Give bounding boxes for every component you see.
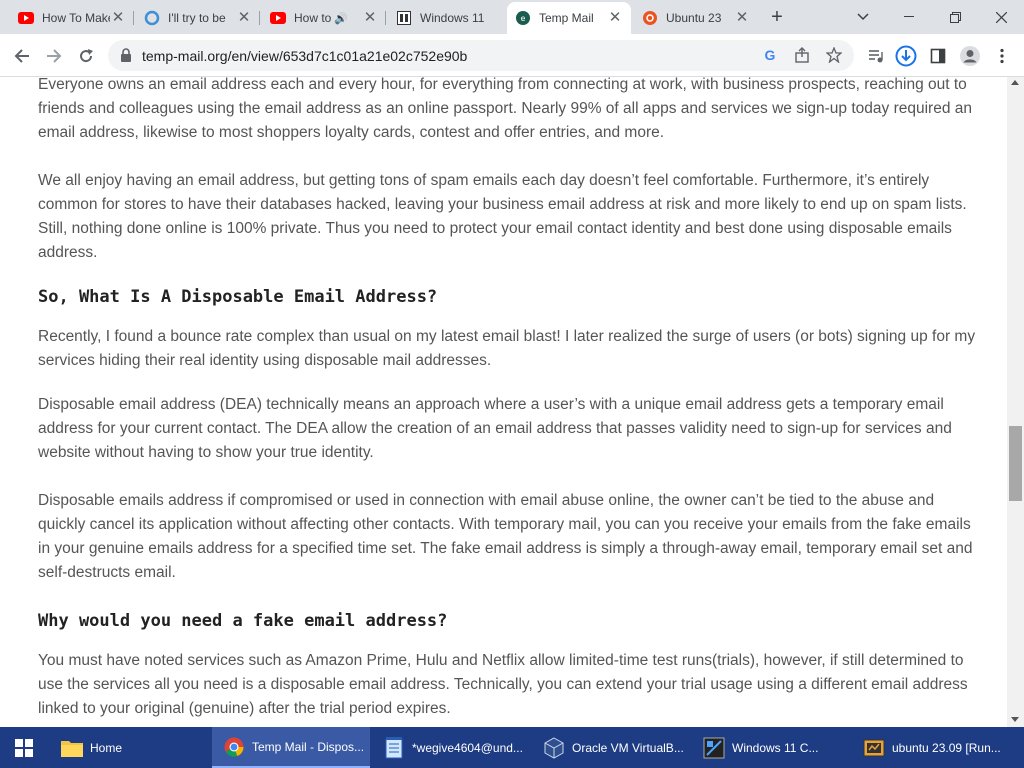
- notepad-icon: [382, 736, 406, 760]
- tab-close-icon[interactable]: ✕: [607, 10, 623, 26]
- taskbar-label: Temp Mail - Dispos...: [252, 739, 365, 754]
- temp-mail-icon: e: [515, 10, 531, 26]
- paragraph: Everyone owns an email address each and …: [38, 77, 972, 141]
- more-menu-icon[interactable]: [988, 42, 1016, 70]
- tab-how-to-make[interactable]: How To Make ✕: [10, 4, 134, 32]
- app-icon: [702, 736, 726, 760]
- taskbar-label: Home: [90, 740, 123, 755]
- taskbar-item-home[interactable]: Home: [50, 727, 210, 768]
- download-icon[interactable]: [892, 42, 920, 70]
- side-panel-icon[interactable]: [924, 42, 952, 70]
- tab-temp-mail[interactable]: e Temp Mail ✕: [507, 2, 631, 34]
- ubuntu-icon: [642, 10, 658, 26]
- chrome-icon: [222, 735, 246, 759]
- tab-windows-11[interactable]: Windows 11: [388, 4, 512, 32]
- paragraph: Disposable email address (DEA) technical…: [38, 396, 952, 461]
- youtube-icon: [18, 10, 34, 26]
- scrollbar-thumb[interactable]: [1009, 426, 1022, 501]
- scroll-up-arrow-icon[interactable]: [1011, 80, 1019, 85]
- paragraph: Disposable emails address if compromised…: [38, 492, 973, 581]
- taskbar-item-windows-11[interactable]: Windows 11 C...: [692, 727, 850, 768]
- folder-icon: [60, 736, 84, 760]
- paragraph: You must have noted services such as Ama…: [38, 652, 968, 717]
- taskbar-item-virtualbox[interactable]: Oracle VM VirtualB...: [532, 727, 690, 768]
- close-window-button[interactable]: [978, 0, 1024, 34]
- section-heading: Why would you need a fake email address?: [38, 611, 448, 631]
- tab-close-icon[interactable]: ✕: [362, 10, 378, 26]
- windows-taskbar: Home Temp Mail - Dispos... *wegive4604@u…: [0, 727, 1024, 768]
- url-text[interactable]: temp-mail.org/en/view/653d7c1c01a21e02c7…: [142, 48, 467, 64]
- vm-icon: [862, 736, 886, 760]
- tab-title: How to: [294, 11, 332, 25]
- forward-button[interactable]: [40, 42, 68, 70]
- scroll-down-arrow-icon[interactable]: [1011, 717, 1019, 722]
- tab-search-icon[interactable]: [840, 0, 886, 34]
- reload-button[interactable]: [72, 42, 100, 70]
- paragraph: We all enjoy having an email address, bu…: [38, 172, 967, 261]
- tab-ill-try[interactable]: I'll try to be ✕: [136, 4, 260, 32]
- taskbar-label: Windows 11 C...: [732, 740, 819, 755]
- tab-title: I'll try to be: [168, 11, 226, 25]
- tab-close-icon[interactable]: ✕: [236, 10, 252, 26]
- taskbar-item-temp-mail[interactable]: Temp Mail - Dispos...: [212, 727, 370, 768]
- bookmark-star-icon[interactable]: [820, 41, 848, 69]
- article-body: Everyone owns an email address each and …: [38, 77, 978, 727]
- media-control-icon[interactable]: [862, 42, 890, 70]
- minimize-button[interactable]: [886, 0, 932, 34]
- speaker-icon[interactable]: 🔊: [334, 12, 352, 25]
- vertical-scrollbar[interactable]: [1007, 77, 1024, 727]
- youtube-icon: [270, 10, 286, 26]
- svg-text:e: e: [521, 14, 526, 23]
- browser-toolbar: temp-mail.org/en/view/653d7c1c01a21e02c7…: [0, 34, 1024, 77]
- tab-close-icon[interactable]: ✕: [110, 10, 126, 26]
- taskbar-label: ubuntu 23.09 [Run...: [892, 740, 1001, 755]
- tab-ubuntu[interactable]: Ubuntu 23 ✕: [634, 4, 758, 32]
- page-content: Everyone owns an email address each and …: [0, 77, 1007, 727]
- section-heading: So, What Is A Disposable Email Address?: [38, 287, 438, 307]
- ring-icon: [144, 10, 160, 26]
- tab-title: Ubuntu 23: [666, 11, 722, 25]
- virtualbox-icon: [542, 736, 566, 760]
- taskbar-item-ubuntu-vm[interactable]: ubuntu 23.09 [Run...: [852, 727, 1022, 768]
- restore-button[interactable]: [932, 0, 978, 34]
- tab-title: Windows 11: [420, 11, 485, 25]
- svg-text:G: G: [765, 47, 776, 63]
- lock-icon[interactable]: [120, 48, 132, 67]
- start-button[interactable]: [0, 727, 48, 768]
- address-bar[interactable]: temp-mail.org/en/view/653d7c1c01a21e02c7…: [108, 40, 854, 71]
- tab-how-to-audio[interactable]: How to 🔊 ✕: [262, 4, 386, 32]
- share-icon[interactable]: [788, 41, 816, 69]
- tab-title: Temp Mail: [539, 11, 594, 25]
- back-button[interactable]: [8, 42, 36, 70]
- tab-strip: How To Make ✕ I'll try to be ✕ How to 🔊 …: [0, 0, 1024, 34]
- paragraph: Recently, I found a bounce rate complex …: [38, 328, 976, 369]
- windows-icon: [396, 10, 412, 26]
- profile-avatar-icon[interactable]: [956, 42, 984, 70]
- new-tab-button[interactable]: +: [765, 6, 789, 30]
- google-lens-icon[interactable]: G: [756, 41, 784, 69]
- tab-title: How To Make: [42, 11, 110, 25]
- taskbar-label: *wegive4604@und...: [412, 740, 523, 755]
- taskbar-item-notepad[interactable]: *wegive4604@und...: [372, 727, 530, 768]
- taskbar-label: Oracle VM VirtualB...: [572, 740, 684, 755]
- tab-close-icon[interactable]: ✕: [734, 10, 750, 26]
